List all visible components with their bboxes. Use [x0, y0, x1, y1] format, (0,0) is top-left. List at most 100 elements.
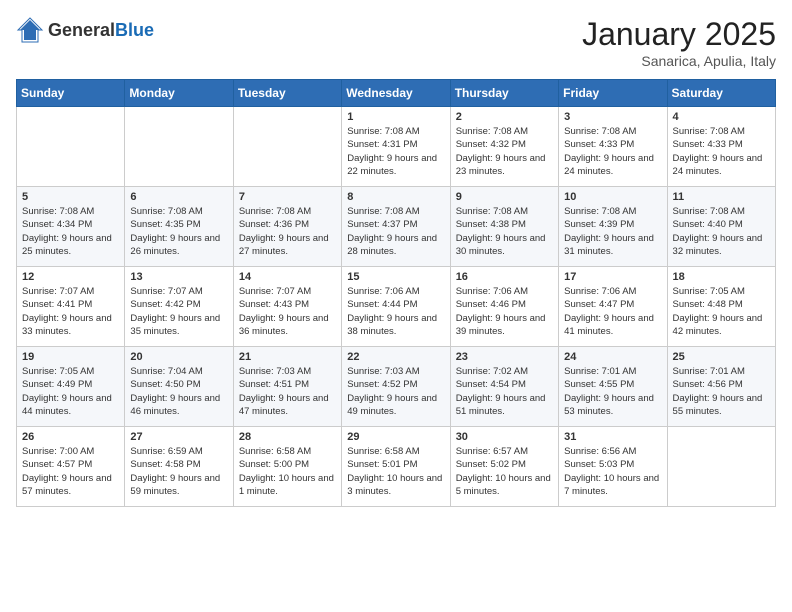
day-info: Sunrise: 7:08 AM Sunset: 4:38 PM Dayligh… — [456, 205, 553, 258]
day-number: 30 — [456, 431, 553, 443]
day-info: Sunrise: 6:58 AM Sunset: 5:00 PM Dayligh… — [239, 445, 336, 498]
day-info: Sunrise: 7:02 AM Sunset: 4:54 PM Dayligh… — [456, 365, 553, 418]
day-header-monday: Monday — [125, 80, 233, 107]
calendar-cell — [667, 427, 775, 507]
day-info: Sunrise: 7:08 AM Sunset: 4:33 PM Dayligh… — [673, 125, 770, 178]
day-info: Sunrise: 7:01 AM Sunset: 4:56 PM Dayligh… — [673, 365, 770, 418]
day-header-friday: Friday — [559, 80, 667, 107]
calendar-cell: 27 Sunrise: 6:59 AM Sunset: 4:58 PM Dayli… — [125, 427, 233, 507]
week-row-1: 1 Sunrise: 7:08 AM Sunset: 4:31 PM Daylig… — [17, 107, 776, 187]
calendar-header-row: SundayMondayTuesdayWednesdayThursdayFrid… — [17, 80, 776, 107]
calendar-cell: 11Sunrise: 7:08 AM Sunset: 4:40 PM Dayli… — [667, 187, 775, 267]
day-info: Sunrise: 7:05 AM Sunset: 4:49 PM Dayligh… — [22, 365, 119, 418]
logo-icon — [16, 16, 44, 44]
day-info: Sunrise: 7:08 AM Sunset: 4:31 PM Dayligh… — [347, 125, 444, 178]
calendar-cell: 23 Sunrise: 7:02 AM Sunset: 4:54 PM Dayli… — [450, 347, 558, 427]
day-number: 17 — [564, 271, 661, 283]
calendar-cell: 10 Sunrise: 7:08 AM Sunset: 4:39 PM Dayli… — [559, 187, 667, 267]
calendar-cell: 25 Sunrise: 7:01 AM Sunset: 4:56 PM Dayli… — [667, 347, 775, 427]
calendar-cell: 24 Sunrise: 7:01 AM Sunset: 4:55 PM Dayli… — [559, 347, 667, 427]
day-number: 6 — [130, 191, 227, 203]
week-row-3: 12Sunrise: 7:07 AM Sunset: 4:41 PM Dayli… — [17, 267, 776, 347]
day-number: 8 — [347, 191, 444, 203]
day-number: 21 — [239, 351, 336, 363]
calendar-cell — [125, 107, 233, 187]
day-number: 11 — [673, 191, 770, 203]
day-number: 2 — [456, 111, 553, 123]
day-info: Sunrise: 7:01 AM Sunset: 4:55 PM Dayligh… — [564, 365, 661, 418]
calendar-cell — [233, 107, 341, 187]
calendar-cell: 13Sunrise: 7:07 AM Sunset: 4:42 PM Dayli… — [125, 267, 233, 347]
day-info: Sunrise: 7:00 AM Sunset: 4:57 PM Dayligh… — [22, 445, 119, 498]
calendar-cell: 5Sunrise: 7:08 AM Sunset: 4:34 PM Daylig… — [17, 187, 125, 267]
day-number: 13 — [130, 271, 227, 283]
calendar-cell: 19 Sunrise: 7:05 AM Sunset: 4:49 PM Dayli… — [17, 347, 125, 427]
day-number: 10 — [564, 191, 661, 203]
calendar-cell: 4 Sunrise: 7:08 AM Sunset: 4:33 PM Daylig… — [667, 107, 775, 187]
day-info: Sunrise: 7:03 AM Sunset: 4:52 PM Dayligh… — [347, 365, 444, 418]
page-header: General Blue January 2025 Sanarica, Apul… — [16, 16, 776, 69]
day-info: Sunrise: 6:58 AM Sunset: 5:01 PM Dayligh… — [347, 445, 444, 498]
calendar-cell: 29 Sunrise: 6:58 AM Sunset: 5:01 PM Dayli… — [342, 427, 450, 507]
day-number: 9 — [456, 191, 553, 203]
day-header-sunday: Sunday — [17, 80, 125, 107]
calendar-table: SundayMondayTuesdayWednesdayThursdayFrid… — [16, 79, 776, 507]
day-info: Sunrise: 6:56 AM Sunset: 5:03 PM Dayligh… — [564, 445, 661, 498]
week-row-2: 5Sunrise: 7:08 AM Sunset: 4:34 PM Daylig… — [17, 187, 776, 267]
day-info: Sunrise: 7:06 AM Sunset: 4:44 PM Dayligh… — [347, 285, 444, 338]
day-header-wednesday: Wednesday — [342, 80, 450, 107]
calendar-cell: 28 Sunrise: 6:58 AM Sunset: 5:00 PM Dayli… — [233, 427, 341, 507]
day-info: Sunrise: 7:06 AM Sunset: 4:46 PM Dayligh… — [456, 285, 553, 338]
day-info: Sunrise: 7:07 AM Sunset: 4:43 PM Dayligh… — [239, 285, 336, 338]
logo-general-text: General — [48, 20, 115, 41]
day-number: 5 — [22, 191, 119, 203]
calendar-cell: 22 Sunrise: 7:03 AM Sunset: 4:52 PM Dayli… — [342, 347, 450, 427]
day-number: 31 — [564, 431, 661, 443]
day-info: Sunrise: 7:08 AM Sunset: 4:36 PM Dayligh… — [239, 205, 336, 258]
calendar-cell: 16 Sunrise: 7:06 AM Sunset: 4:46 PM Dayli… — [450, 267, 558, 347]
calendar-cell: 6Sunrise: 7:08 AM Sunset: 4:35 PM Daylig… — [125, 187, 233, 267]
calendar-cell: 3Sunrise: 7:08 AM Sunset: 4:33 PM Daylig… — [559, 107, 667, 187]
day-number: 19 — [22, 351, 119, 363]
day-number: 4 — [673, 111, 770, 123]
day-info: Sunrise: 7:08 AM Sunset: 4:32 PM Dayligh… — [456, 125, 553, 178]
day-number: 16 — [456, 271, 553, 283]
day-number: 18 — [673, 271, 770, 283]
day-info: Sunrise: 7:08 AM Sunset: 4:39 PM Dayligh… — [564, 205, 661, 258]
calendar-cell: 7 Sunrise: 7:08 AM Sunset: 4:36 PM Daylig… — [233, 187, 341, 267]
day-info: Sunrise: 7:06 AM Sunset: 4:47 PM Dayligh… — [564, 285, 661, 338]
day-number: 24 — [564, 351, 661, 363]
calendar-cell — [17, 107, 125, 187]
day-number: 22 — [347, 351, 444, 363]
day-number: 28 — [239, 431, 336, 443]
day-number: 26 — [22, 431, 119, 443]
day-header-tuesday: Tuesday — [233, 80, 341, 107]
day-info: Sunrise: 6:59 AM Sunset: 4:58 PM Dayligh… — [130, 445, 227, 498]
day-number: 29 — [347, 431, 444, 443]
day-info: Sunrise: 6:57 AM Sunset: 5:02 PM Dayligh… — [456, 445, 553, 498]
day-number: 23 — [456, 351, 553, 363]
day-number: 20 — [130, 351, 227, 363]
day-info: Sunrise: 7:08 AM Sunset: 4:33 PM Dayligh… — [564, 125, 661, 178]
week-row-4: 19 Sunrise: 7:05 AM Sunset: 4:49 PM Dayli… — [17, 347, 776, 427]
calendar-cell: 30 Sunrise: 6:57 AM Sunset: 5:02 PM Dayli… — [450, 427, 558, 507]
day-header-thursday: Thursday — [450, 80, 558, 107]
location-title: Sanarica, Apulia, Italy — [582, 53, 776, 69]
calendar-cell: 2 Sunrise: 7:08 AM Sunset: 4:32 PM Daylig… — [450, 107, 558, 187]
title-block: January 2025 Sanarica, Apulia, Italy — [582, 16, 776, 69]
day-number: 27 — [130, 431, 227, 443]
day-number: 7 — [239, 191, 336, 203]
calendar-cell: 15Sunrise: 7:06 AM Sunset: 4:44 PM Dayli… — [342, 267, 450, 347]
day-number: 1 — [347, 111, 444, 123]
week-row-5: 26 Sunrise: 7:00 AM Sunset: 4:57 PM Dayli… — [17, 427, 776, 507]
day-info: Sunrise: 7:03 AM Sunset: 4:51 PM Dayligh… — [239, 365, 336, 418]
day-info: Sunrise: 7:04 AM Sunset: 4:50 PM Dayligh… — [130, 365, 227, 418]
calendar-cell: 9 Sunrise: 7:08 AM Sunset: 4:38 PM Daylig… — [450, 187, 558, 267]
calendar-cell: 31 Sunrise: 6:56 AM Sunset: 5:03 PM Dayli… — [559, 427, 667, 507]
calendar-cell: 21 Sunrise: 7:03 AM Sunset: 4:51 PM Dayli… — [233, 347, 341, 427]
day-info: Sunrise: 7:08 AM Sunset: 4:37 PM Dayligh… — [347, 205, 444, 258]
calendar-cell: 17 Sunrise: 7:06 AM Sunset: 4:47 PM Dayli… — [559, 267, 667, 347]
day-number: 25 — [673, 351, 770, 363]
day-number: 14 — [239, 271, 336, 283]
calendar-cell: 26 Sunrise: 7:00 AM Sunset: 4:57 PM Dayli… — [17, 427, 125, 507]
